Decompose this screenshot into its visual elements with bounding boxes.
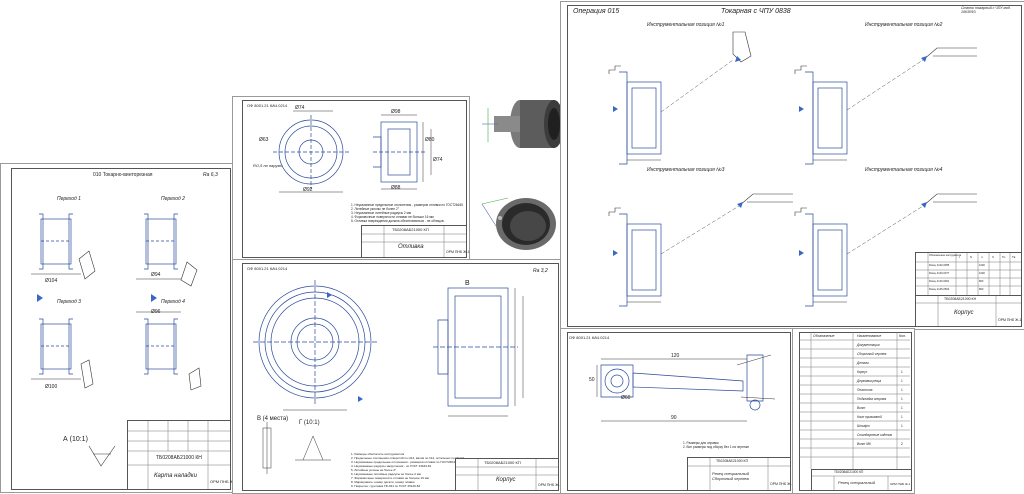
- spec-header-cell: Наименование: [857, 334, 882, 338]
- side-note: RО,5 по наружи: [253, 163, 283, 168]
- spec-row: Документация: [857, 343, 880, 347]
- stamp-title: Отливка: [398, 244, 424, 250]
- table-cell: 1000: [979, 264, 985, 267]
- spec-row: Стандартные изделия: [857, 433, 893, 437]
- stamp-org: ОРМ ПНБ Ж-1: [538, 483, 562, 487]
- title-block: ТБ0208АБ21000 КН Корпус ОРМ ПНБ Ж-1: [915, 295, 1022, 326]
- dim-label: Ø74: [433, 157, 443, 163]
- dim-label: 50: [589, 377, 595, 383]
- model-preview-top: [478, 88, 568, 158]
- dim-label: Ø63: [259, 137, 269, 143]
- stamp-code: ТБ0208АБ21000 КП: [484, 460, 521, 465]
- spec-row: Сборочный чертеж: [857, 352, 887, 356]
- spec-row: Пластина: [857, 388, 873, 392]
- tech-note: 2. Все размеры под сборку без 1 на черте…: [683, 445, 749, 449]
- stamp-title: Резец специальный: [838, 480, 876, 485]
- title-block: ТБ0208АБ21000 КП Отливка ОРМ ПНБ Ж-1: [361, 225, 470, 257]
- sheet-otlivka[interactable]: ОФ 8001.21 КАЧ.0214 Ø74 Ø92 Ø98 Ø88 Ø80 …: [232, 96, 470, 261]
- spec-row: Клин прижимной: [857, 415, 882, 419]
- spec-row: Штифт: [857, 424, 870, 428]
- sheet-fixture[interactable]: ОФ 8001.21 КАЧ.0214 120 50 90 Ø60 1. Раз…: [560, 328, 794, 494]
- dim-label: Ø74: [295, 105, 305, 111]
- spec-qty: 1: [901, 415, 903, 419]
- spec-row: Винт: [857, 406, 866, 410]
- spec-qty: 1: [901, 379, 903, 383]
- stamp-code: ТБ0208АБ21000 КН: [156, 455, 202, 461]
- title-block: ТБ0208АБ21000 КП Резец специальный Сборо…: [687, 457, 794, 490]
- stamp-org: ОРМ ПНБ Ж-1: [446, 250, 470, 254]
- tech-note: 9. Покрытие: грунтовка ГФ-021 по ГОСТ 25…: [351, 484, 421, 488]
- table-header-cell: t: [959, 255, 960, 259]
- stamp-org: ОРМ ПНБ Ж-1: [998, 318, 1022, 322]
- title-block: ТБ0208АБ21000 КП Корпус ОРМ ПНБ Ж-1: [455, 458, 562, 490]
- spec-header-cell: Обозначение: [813, 334, 835, 338]
- table-header-cell: S: [970, 255, 973, 259]
- dim-label: 90: [671, 415, 677, 421]
- table-row: Резец 2103-0077: [929, 272, 950, 275]
- stamp-title: Карта наладки: [154, 473, 197, 479]
- tech-note: 5. Отливка повреждения должна обеспечива…: [351, 219, 445, 223]
- stamp-title: Корпус: [954, 310, 974, 316]
- spec-row: Корпус: [857, 370, 868, 374]
- stamp-title: Резец специальный Сборочный чертеж: [712, 471, 750, 481]
- spec-header-cell: Кол.: [899, 334, 906, 338]
- dim-label: 120: [671, 353, 680, 359]
- spec-qty: 1: [901, 424, 903, 428]
- spec-row: Винт М6: [857, 442, 871, 446]
- table-header-cell: Тв: [1012, 255, 1016, 259]
- stamp-code: ТБ0208АБ21000 КП: [392, 227, 429, 232]
- table-cell: 1000: [979, 272, 985, 275]
- stamp-org: ОРМ ПНБ Ж-1: [890, 482, 911, 486]
- sheet-spec[interactable]: Обозначение Наименование Кол. Документац…: [792, 328, 915, 494]
- table-header-cell: n: [981, 255, 983, 259]
- table-row: Резец 2140-0001: [929, 280, 950, 283]
- dim-label: Ø98: [391, 109, 401, 115]
- view-label: Г (10:1): [299, 420, 320, 426]
- dim-label: Ø60: [621, 395, 631, 401]
- dim-label: Ø88: [391, 185, 401, 191]
- view-label: В (4 места): [257, 416, 289, 422]
- spec-qty: 2: [901, 442, 903, 446]
- title-block: ТБ0208АБ21000 КН Карта наладки ОРМ ПНБ Ж…: [127, 420, 237, 489]
- spec-row: Подкладка опорная: [857, 397, 887, 401]
- stamp-code: ТБ0208АБ21000 КП: [834, 470, 864, 474]
- sheet-korpus[interactable]: ОФ 8001.21 КАЧ.0214 Ra 3,2 В В (4 места)…: [232, 259, 562, 494]
- spec-qty: 1: [901, 397, 903, 401]
- sheet-tokarnaya[interactable]: Операция 015 Токарная с ЧПУ 0838 Станок …: [560, 1, 1024, 330]
- section-label: В: [465, 280, 470, 287]
- spec-row: Державка резца: [857, 379, 882, 383]
- sheet-karta-naladki[interactable]: 010 Токарно-винторезная Ra 6,3 Переход 1…: [0, 163, 237, 493]
- stamp-org: ОРМ ПНБ Ж-1: [770, 482, 794, 486]
- stamp-code: ТБ0208АБ21000 КП: [716, 459, 749, 463]
- table-row: Резец 2145-0502: [929, 288, 950, 291]
- table-header-cell: То: [1002, 255, 1006, 259]
- table-row: Резец 2102-0055: [929, 264, 950, 267]
- title-block: ТБ0208АБ21000 КП Резец специальный ОРМ П…: [811, 469, 911, 490]
- spec-qty: 1: [901, 406, 903, 410]
- table-header-cell: V: [992, 255, 995, 259]
- dim-label: Ø80: [425, 137, 435, 143]
- dim-label: Ø92: [303, 187, 313, 193]
- model-preview-bottom: [478, 186, 568, 258]
- table-header-cell: Обозначение инструмента: [929, 254, 962, 257]
- stamp-title: Корпус: [496, 477, 516, 483]
- table-cell: 800: [979, 288, 984, 291]
- stamp-code: ТБ0208АБ21000 КН: [944, 297, 977, 301]
- spec-qty: 1: [901, 388, 903, 392]
- spec-qty: 1: [901, 370, 903, 374]
- spec-row: Детали: [857, 361, 869, 365]
- table-cell: 800: [979, 280, 984, 283]
- tool-table: Обозначение инструмента t S n V То Тв Ре…: [915, 252, 1021, 296]
